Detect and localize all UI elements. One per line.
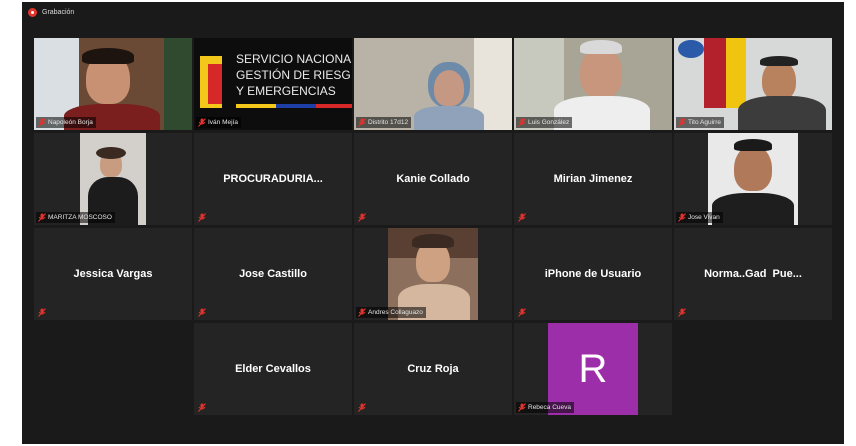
participant-tile-norma[interactable]: Norma..Gad Pue... bbox=[674, 228, 832, 320]
participant-tile-maritza[interactable]: MARITZA MOSCOSO bbox=[34, 133, 192, 225]
logo-line-3: Y EMERGENCIAS bbox=[236, 84, 336, 98]
participant-name: Tito Aguirre bbox=[688, 119, 721, 126]
microphone-muted-icon bbox=[518, 403, 526, 412]
microphone-muted-icon bbox=[38, 213, 46, 222]
microphone-muted-icon bbox=[358, 308, 366, 317]
participant-tile-mirian[interactable]: Mirian Jimenez bbox=[514, 133, 672, 225]
microphone-muted-icon bbox=[198, 213, 206, 222]
participant-name-tag: Iván Mejía bbox=[196, 117, 241, 128]
recording-label: Grabación bbox=[42, 8, 75, 16]
participant-name-center: Jose Castillo bbox=[239, 268, 307, 280]
participant-tile-procuraduria[interactable]: PROCURADURIA... bbox=[194, 133, 352, 225]
participant-name-tag: Rebeca Cueva bbox=[516, 402, 574, 413]
participant-name-tag: Napoleón Borja bbox=[36, 117, 96, 128]
participant-tile-tito-active-speaker[interactable]: Tito Aguirre bbox=[674, 38, 832, 130]
participant-tile-luis[interactable]: Luis González bbox=[514, 38, 672, 130]
participant-tile-ivan[interactable]: SERVICIO NACIONA GESTIÓN DE RIESG Y EMER… bbox=[194, 38, 352, 130]
participant-tile-elder[interactable]: Elder Cevallos bbox=[194, 323, 352, 415]
microphone-muted-icon bbox=[358, 213, 366, 222]
participant-tile-jessica[interactable]: Jessica Vargas bbox=[34, 228, 192, 320]
participant-name-center: Norma..Gad Pue... bbox=[704, 268, 802, 280]
microphone-muted-icon bbox=[518, 213, 526, 222]
microphone-muted-icon bbox=[518, 118, 526, 127]
participant-name-center: iPhone de Usuario bbox=[544, 268, 642, 280]
participant-name-tag: Jose Vivan bbox=[676, 212, 723, 223]
participant-name: Jose Vivan bbox=[688, 214, 720, 221]
microphone-muted-icon bbox=[38, 308, 46, 317]
participant-tile-rebeca[interactable]: R Rebeca Cueva bbox=[514, 323, 672, 415]
microphone-muted-icon bbox=[678, 118, 686, 127]
participant-name: Rebeca Cueva bbox=[528, 404, 571, 411]
recording-indicator[interactable]: Grabación bbox=[22, 2, 222, 22]
participant-name: Andres Collaguazo bbox=[368, 309, 423, 316]
participant-name-tag bbox=[196, 402, 209, 413]
logo-line-1: SERVICIO NACIONA bbox=[236, 52, 352, 66]
participant-name-tag bbox=[356, 212, 369, 223]
participant-name-tag bbox=[516, 307, 529, 318]
participant-tile-cruz-roja[interactable]: Cruz Roja bbox=[354, 323, 512, 415]
participant-name-tag bbox=[36, 307, 49, 318]
logo-line-2: GESTIÓN DE RIESG bbox=[236, 68, 351, 82]
microphone-muted-icon bbox=[678, 213, 686, 222]
participant-tile-jose-vivan[interactable]: Jose Vivan bbox=[674, 133, 832, 225]
participant-tile-napoleon[interactable]: Napoleón Borja bbox=[34, 38, 192, 130]
microphone-muted-icon bbox=[198, 118, 206, 127]
video-conference-window: Grabación Napoleón Borja SERVICIO NACION… bbox=[22, 2, 844, 444]
participant-name-center: Elder Cevallos bbox=[235, 363, 311, 375]
participant-name: Napoleón Borja bbox=[48, 119, 93, 126]
microphone-muted-icon bbox=[198, 403, 206, 412]
participant-name-tag: Luis González bbox=[516, 117, 573, 128]
participant-name: MARITZA MOSCOSO bbox=[48, 214, 112, 221]
participant-name-center: Mirian Jimenez bbox=[553, 173, 633, 185]
participant-tile-kanie[interactable]: Kanie Collado bbox=[354, 133, 512, 225]
participant-tile-andres[interactable]: Andres Collaguazo bbox=[354, 228, 512, 320]
participant-tile-iphone[interactable]: iPhone de Usuario bbox=[514, 228, 672, 320]
participant-name-tag bbox=[356, 402, 369, 413]
microphone-muted-icon bbox=[518, 308, 526, 317]
participant-name-tag: Distrito 17d12 bbox=[356, 117, 412, 128]
participant-name-center: Kanie Collado bbox=[396, 173, 470, 185]
microphone-muted-icon bbox=[358, 118, 366, 127]
participant-name-tag bbox=[676, 307, 689, 318]
participant-name: Iván Mejía bbox=[208, 119, 238, 126]
participant-tile-distrito[interactable]: Distrito 17d12 bbox=[354, 38, 512, 130]
participant-name-tag: Andres Collaguazo bbox=[356, 307, 426, 318]
participant-name-center: Jessica Vargas bbox=[73, 268, 153, 280]
participant-name-center: PROCURADURIA... bbox=[223, 173, 323, 185]
microphone-muted-icon bbox=[678, 308, 686, 317]
participant-name-tag: Tito Aguirre bbox=[676, 117, 724, 128]
participant-name: Distrito 17d12 bbox=[368, 119, 409, 126]
record-dot-icon bbox=[28, 7, 37, 17]
participant-name-tag bbox=[196, 212, 209, 223]
participant-name-tag: MARITZA MOSCOSO bbox=[36, 212, 115, 223]
microphone-muted-icon bbox=[198, 308, 206, 317]
participant-name-tag bbox=[516, 212, 529, 223]
participant-name: Luis González bbox=[528, 119, 570, 126]
microphone-muted-icon bbox=[358, 403, 366, 412]
microphone-muted-icon bbox=[38, 118, 46, 127]
participant-name-tag bbox=[196, 307, 209, 318]
participant-tile-jose-castillo[interactable]: Jose Castillo bbox=[194, 228, 352, 320]
participant-name-center: Cruz Roja bbox=[407, 363, 459, 375]
